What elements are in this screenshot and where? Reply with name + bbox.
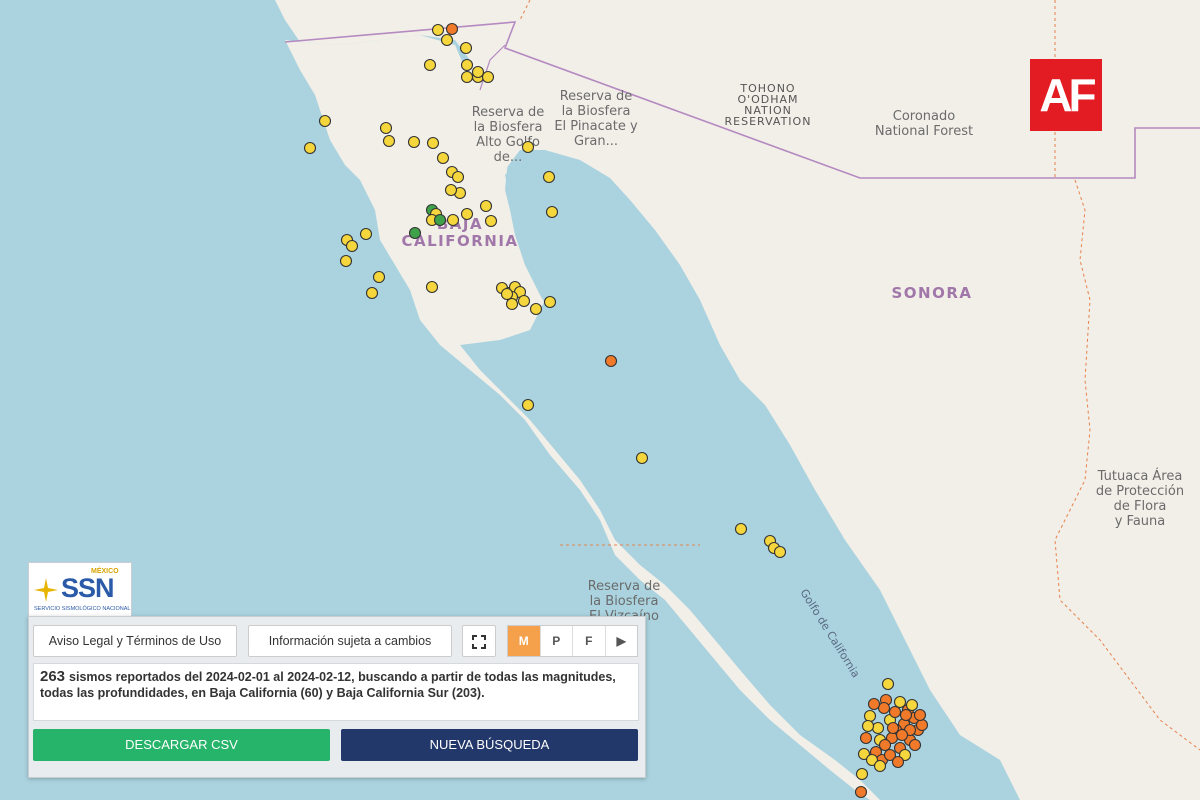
earthquake-marker[interactable] bbox=[460, 207, 474, 221]
earthquake-marker[interactable] bbox=[604, 354, 618, 368]
earthquake-marker[interactable] bbox=[451, 170, 465, 184]
earthquake-marker[interactable] bbox=[891, 755, 905, 769]
af-logo: AF bbox=[1030, 59, 1102, 131]
earthquake-marker[interactable] bbox=[479, 199, 493, 213]
earthquake-marker[interactable] bbox=[408, 226, 422, 240]
earthquake-marker[interactable] bbox=[459, 41, 473, 55]
ssn-name: SSN bbox=[61, 573, 115, 603]
earthquake-marker[interactable] bbox=[859, 731, 873, 745]
summary-text: sismos reportados del 2024-02-01 al 2024… bbox=[40, 670, 616, 700]
earthquake-marker[interactable] bbox=[407, 135, 421, 149]
earthquake-marker[interactable] bbox=[446, 213, 460, 227]
earthquake-marker[interactable] bbox=[881, 677, 895, 691]
label-sonora: SONORA bbox=[891, 284, 972, 302]
earthquake-marker[interactable] bbox=[878, 738, 892, 752]
earthquake-marker[interactable] bbox=[888, 705, 902, 719]
results-summary: 263 sismos reportados del 2024-02-01 al 2… bbox=[33, 663, 639, 721]
earthquake-marker[interactable] bbox=[445, 22, 459, 36]
earthquake-marker[interactable] bbox=[861, 719, 875, 733]
ssn-subtitle: SERVICIO SISMOLÓGICO NACIONAL bbox=[34, 606, 131, 612]
earthquake-marker[interactable] bbox=[339, 254, 353, 268]
earthquake-marker[interactable] bbox=[908, 738, 922, 752]
earthquake-marker[interactable] bbox=[529, 302, 543, 316]
earthquake-marker[interactable] bbox=[517, 294, 531, 308]
earthquake-marker[interactable] bbox=[481, 70, 495, 84]
earthquake-marker[interactable] bbox=[545, 205, 559, 219]
earthquake-marker[interactable] bbox=[873, 759, 887, 773]
legal-terms-button[interactable]: Aviso Legal y Términos de Uso bbox=[33, 625, 237, 657]
earthquake-marker[interactable] bbox=[303, 141, 317, 155]
earthquake-marker[interactable] bbox=[867, 697, 881, 711]
earthquake-marker[interactable] bbox=[877, 701, 891, 715]
earthquake-marker[interactable] bbox=[423, 58, 437, 72]
new-search-button[interactable]: NUEVA BÚSQUEDA bbox=[341, 729, 638, 761]
download-csv-button[interactable]: DESCARGAR CSV bbox=[33, 729, 330, 761]
earthquake-marker[interactable] bbox=[436, 151, 450, 165]
earthquake-marker[interactable] bbox=[913, 708, 927, 722]
earthquake-marker[interactable] bbox=[359, 227, 373, 241]
tab-magnitude[interactable]: M bbox=[508, 626, 541, 656]
earthquake-marker[interactable] bbox=[440, 33, 454, 47]
tab-play[interactable]: ▶ bbox=[606, 626, 638, 656]
earthquake-marker[interactable] bbox=[372, 270, 386, 284]
info-disclaimer-button[interactable]: Información sujeta a cambios bbox=[248, 625, 452, 657]
ssn-logo: MÉXICO SSN SERVICIO SISMOLÓGICO NACIONAL bbox=[28, 562, 132, 618]
earthquake-marker[interactable] bbox=[425, 280, 439, 294]
earthquake-marker[interactable] bbox=[484, 214, 498, 228]
earthquake-marker[interactable] bbox=[773, 545, 787, 559]
tab-depth[interactable]: P bbox=[541, 626, 573, 656]
earthquake-marker[interactable] bbox=[855, 767, 869, 781]
earthquake-marker[interactable] bbox=[854, 785, 868, 799]
earthquake-marker[interactable] bbox=[460, 58, 474, 72]
earthquake-marker[interactable] bbox=[542, 170, 556, 184]
earthquake-marker[interactable] bbox=[635, 451, 649, 465]
fullscreen-icon bbox=[472, 634, 486, 649]
quake-count: 263 bbox=[40, 668, 66, 685]
earthquake-marker[interactable] bbox=[471, 65, 485, 79]
view-tabs: M P F ▶ bbox=[507, 625, 638, 657]
earthquake-marker[interactable] bbox=[543, 295, 557, 309]
fullscreen-button[interactable] bbox=[462, 625, 496, 657]
earthquake-marker[interactable] bbox=[734, 522, 748, 536]
earthquake-marker[interactable] bbox=[500, 287, 514, 301]
earthquake-marker[interactable] bbox=[915, 718, 929, 732]
star-icon bbox=[34, 578, 58, 602]
earthquake-marker[interactable] bbox=[460, 70, 474, 84]
earthquake-marker[interactable] bbox=[382, 134, 396, 148]
earthquake-marker[interactable] bbox=[433, 213, 447, 227]
earthquake-marker[interactable] bbox=[863, 709, 877, 723]
earthquake-marker[interactable] bbox=[318, 114, 332, 128]
earthquake-marker[interactable] bbox=[886, 721, 900, 735]
tab-date[interactable]: F bbox=[573, 626, 606, 656]
earthquake-marker[interactable] bbox=[365, 286, 379, 300]
earthquake-marker[interactable] bbox=[521, 140, 535, 154]
earthquake-marker[interactable] bbox=[521, 398, 535, 412]
results-panel: Aviso Legal y Términos de Uso Informació… bbox=[28, 616, 646, 778]
earthquake-marker[interactable] bbox=[905, 698, 919, 712]
earthquake-marker[interactable] bbox=[379, 121, 393, 135]
earthquake-marker[interactable] bbox=[431, 23, 445, 37]
earthquake-marker[interactable] bbox=[444, 183, 458, 197]
earthquake-marker[interactable] bbox=[505, 297, 519, 311]
earthquake-marker[interactable] bbox=[899, 708, 913, 722]
earthquake-marker[interactable] bbox=[426, 136, 440, 150]
earthquake-marker[interactable] bbox=[345, 239, 359, 253]
earthquake-marker[interactable] bbox=[871, 721, 885, 735]
